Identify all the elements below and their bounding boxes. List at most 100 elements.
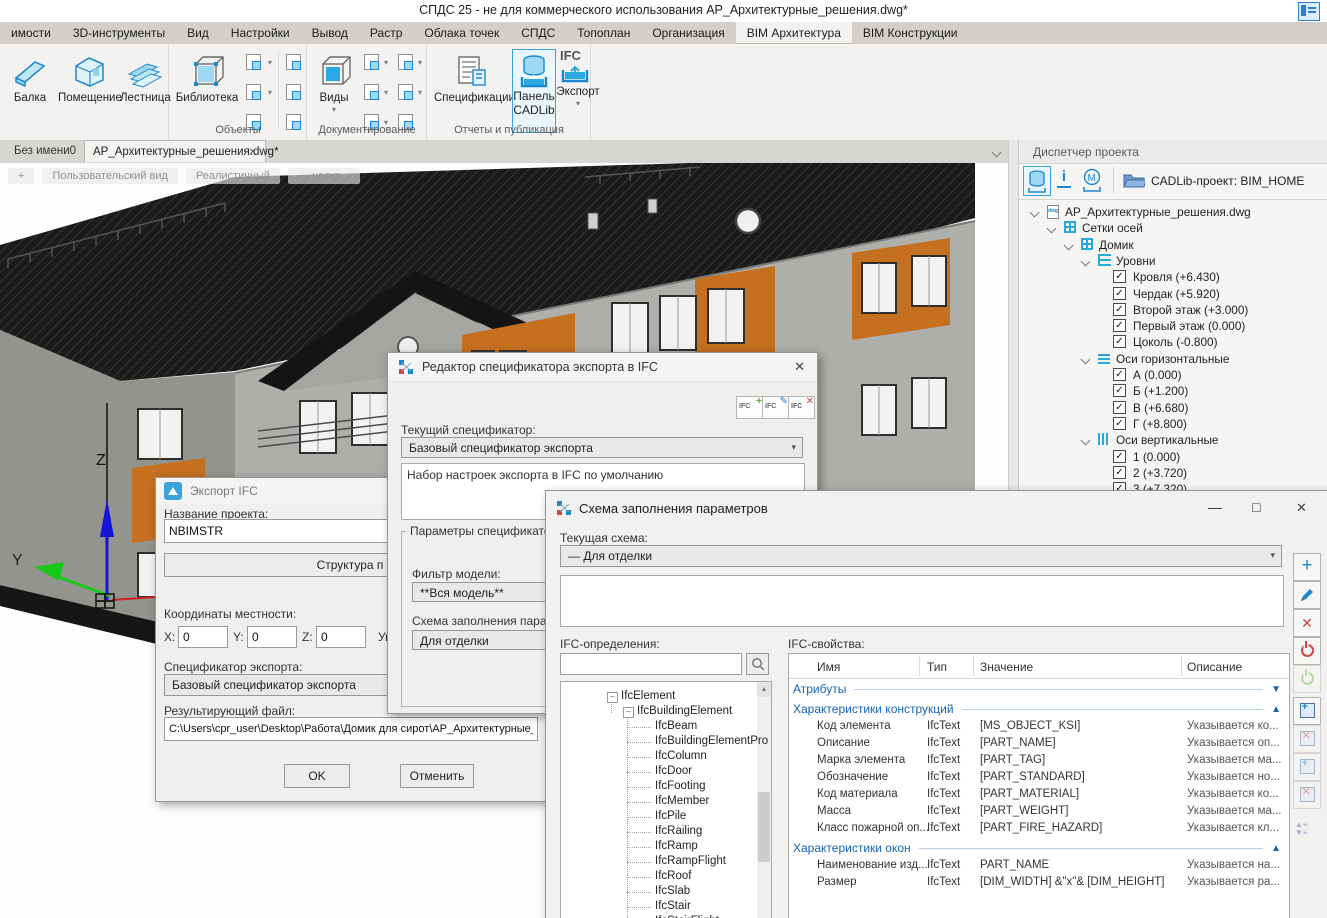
ifc-properties-table[interactable]: Имя Тип Значение Описание Атрибуты▼Харак… bbox=[788, 653, 1290, 918]
group-object-icon[interactable] bbox=[284, 82, 304, 102]
section-plane-icon[interactable] bbox=[362, 82, 382, 102]
project-tree-row[interactable]: ✓Первый этаж (0.000) bbox=[1019, 318, 1327, 334]
current-schema-combo[interactable]: — Для отделки▾ bbox=[560, 545, 1282, 567]
table-section-header[interactable]: Характеристики конструкций▲ bbox=[789, 699, 1289, 719]
checkbox[interactable]: ✓ bbox=[1113, 270, 1126, 283]
ribbon-tab-1[interactable]: 3D-инструменты bbox=[62, 22, 176, 44]
add-schema-button[interactable]: + bbox=[1293, 553, 1321, 581]
expander-icon[interactable] bbox=[1064, 240, 1074, 250]
ribbon-tab-3[interactable]: Настройки bbox=[220, 22, 301, 44]
folder-icon[interactable] bbox=[1123, 171, 1145, 189]
project-tree-row[interactable]: AP_Архитектурные_решения.dwg bbox=[1019, 204, 1327, 220]
project-tree-row[interactable]: Оси горизонтальные bbox=[1019, 351, 1327, 367]
checkbox[interactable]: ✓ bbox=[1113, 303, 1126, 316]
expand-section-icon[interactable]: ▼ bbox=[1271, 684, 1281, 695]
delete-section-button[interactable]: ✕ bbox=[1293, 725, 1321, 753]
reorder-icon[interactable]: ▲≡▼≡ bbox=[1295, 821, 1308, 837]
delete-schema-button[interactable]: ✕ bbox=[1293, 609, 1321, 637]
close-icon[interactable]: ✕ bbox=[1296, 500, 1307, 516]
ribbon-tab-7[interactable]: СПДС bbox=[510, 22, 566, 44]
viewport-control-2[interactable]: Реалистичный bbox=[186, 168, 280, 184]
disable-schema-button[interactable] bbox=[1293, 637, 1321, 665]
cancel-button[interactable]: Отменить bbox=[400, 764, 474, 788]
tab-overflow-icon[interactable] bbox=[992, 148, 1002, 158]
ifc-spec-delete-button[interactable]: IFC✕ bbox=[788, 396, 815, 419]
viewport-control-1[interactable]: Пользовательский вид bbox=[42, 168, 177, 184]
ifc-tree-item[interactable]: IfcBeam bbox=[561, 720, 771, 735]
delete-property-button[interactable]: ✕ bbox=[1293, 781, 1321, 809]
ifc-tree-item[interactable]: IfcRamp bbox=[561, 840, 771, 855]
cadlib-panel-button[interactable]: Панель CADLib bbox=[512, 49, 556, 133]
ribbon-tab-4[interactable]: Вывод bbox=[301, 22, 359, 44]
property-row[interactable]: Марка элементаIfcText[PART_TAG]Указывает… bbox=[789, 753, 1289, 770]
viewport-control-3[interactable]: — нескр... bbox=[288, 168, 360, 184]
collapse-icon[interactable]: – bbox=[623, 707, 634, 718]
expander-icon[interactable] bbox=[1047, 224, 1057, 234]
expander-icon[interactable] bbox=[1081, 256, 1091, 266]
library-button[interactable]: Библиотека bbox=[174, 48, 240, 128]
checkbox[interactable]: ✓ bbox=[1113, 335, 1126, 348]
property-row[interactable]: Код материалаIfcText[PART_MATERIAL]Указы… bbox=[789, 787, 1289, 804]
project-tree-row[interactable]: Сетки осей bbox=[1019, 220, 1327, 236]
ifc-tree-item[interactable]: IfcDoor bbox=[561, 765, 771, 780]
project-tree-row[interactable]: ✓Б (+1.200) bbox=[1019, 383, 1327, 399]
ifc-tree-item[interactable]: IfcBuildingElementPro bbox=[561, 735, 771, 750]
property-row[interactable]: Класс пожарной оп...IfcText[PART_FIRE_HA… bbox=[789, 821, 1289, 838]
ifc-tree-item[interactable]: IfcRampFlight bbox=[561, 855, 771, 870]
room-button[interactable]: Помещение bbox=[58, 48, 120, 128]
collapse-icon[interactable]: – bbox=[607, 692, 618, 703]
ribbon-tab-6[interactable]: Облака точек bbox=[413, 22, 510, 44]
close-tab-icon[interactable]: ✕ bbox=[249, 147, 257, 158]
beam-button[interactable]: Балка bbox=[4, 48, 56, 128]
ifc-tree-item[interactable]: IfcMember bbox=[561, 795, 771, 810]
checkbox[interactable]: ✓ bbox=[1113, 450, 1126, 463]
checkbox[interactable]: ✓ bbox=[1113, 368, 1126, 381]
views-button[interactable]: Виды ▾ bbox=[312, 48, 356, 128]
collapse-section-icon[interactable]: ▲ bbox=[1271, 843, 1281, 854]
checkbox[interactable]: ✓ bbox=[1113, 466, 1126, 479]
maximize-icon[interactable]: □ bbox=[1252, 499, 1260, 515]
dialog-title-bar[interactable]: Редактор спецификатора экспорта в IFC ✕ bbox=[388, 353, 817, 382]
table-section-header[interactable]: Атрибуты▼ bbox=[789, 679, 1289, 699]
ifc-search-input[interactable] bbox=[560, 653, 742, 675]
property-row[interactable]: МассаIfcText[PART_WEIGHT]Указывается ма.… bbox=[789, 804, 1289, 821]
project-tree-row[interactable]: ✓Г (+8.800) bbox=[1019, 416, 1327, 432]
project-tree-row[interactable]: ✓1 (0.000) bbox=[1019, 449, 1327, 465]
project-tree-row[interactable]: Оси вертикальные bbox=[1019, 432, 1327, 448]
project-tree-row[interactable]: ✓Второй этаж (+3.000) bbox=[1019, 302, 1327, 318]
table-section-header[interactable]: Характеристики окон▲ bbox=[789, 838, 1289, 858]
ifc-tree-item[interactable]: IfcPile bbox=[561, 810, 771, 825]
ok-button[interactable]: OK bbox=[284, 764, 350, 788]
ribbon-tab-10[interactable]: BIM Архитектура bbox=[736, 22, 852, 44]
edit-schema-button[interactable] bbox=[1293, 581, 1321, 609]
ifc-tree-item[interactable]: –IfcBuildingElement bbox=[561, 705, 771, 720]
property-row[interactable]: Код элементаIfcText[MS_OBJECT_KSI]Указыв… bbox=[789, 719, 1289, 736]
search-button[interactable] bbox=[746, 653, 769, 675]
viewport-control-0[interactable]: + bbox=[8, 168, 34, 184]
checkbox[interactable]: ✓ bbox=[1113, 384, 1126, 397]
copy-object-icon[interactable] bbox=[284, 52, 304, 72]
table-icon[interactable] bbox=[1298, 2, 1320, 21]
ribbon-tab-9[interactable]: Организация bbox=[641, 22, 735, 44]
expander-icon[interactable] bbox=[1081, 436, 1091, 446]
ifc-spec-edit-button[interactable]: IFC✎ bbox=[762, 396, 789, 419]
project-tree-row[interactable]: Домик bbox=[1019, 237, 1327, 253]
ribbon-tab-5[interactable]: Растр bbox=[359, 22, 413, 44]
dialog-title-bar[interactable]: Схема заполнения параметров — □ ✕ bbox=[546, 491, 1327, 525]
ifc-definitions-tree[interactable]: ▲ –IfcElement–IfcBuildingElementIfcBeamI… bbox=[560, 681, 772, 918]
dim-style-icon[interactable] bbox=[396, 52, 416, 72]
project-tree-row[interactable]: Уровни bbox=[1019, 253, 1327, 269]
ifc-spec-add-button[interactable]: IFC+ bbox=[736, 396, 763, 419]
dim-style-2-icon[interactable] bbox=[396, 82, 416, 102]
checkbox[interactable]: ✓ bbox=[1113, 417, 1126, 430]
checkbox[interactable]: ✓ bbox=[1113, 287, 1126, 300]
project-tree-row[interactable]: ✓Кровля (+6.430) bbox=[1019, 269, 1327, 285]
checkbox[interactable]: ✓ bbox=[1113, 401, 1126, 414]
property-row[interactable]: РазмерIfcText[DIM_WIDTH] &"x"& [DIM_HEIG… bbox=[789, 875, 1289, 892]
collapse-section-icon[interactable]: ▲ bbox=[1271, 704, 1281, 715]
minimize-icon[interactable]: — bbox=[1208, 499, 1222, 515]
specifications-button[interactable]: Спецификации bbox=[434, 48, 510, 128]
project-tree-row[interactable]: ✓Цоколь (-0.800) bbox=[1019, 334, 1327, 350]
schema-description-box[interactable] bbox=[560, 575, 1284, 627]
property-row[interactable]: ОписаниеIfcText[PART_NAME]Указывается оп… bbox=[789, 736, 1289, 753]
